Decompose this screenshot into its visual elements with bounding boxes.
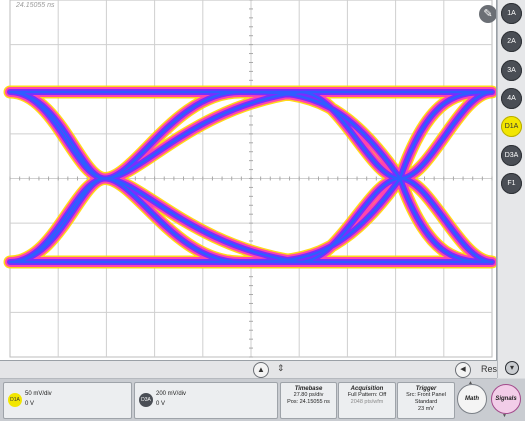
vertical-offset: 0 V — [25, 401, 35, 407]
channel-button-d3a[interactable]: D3A — [501, 145, 522, 166]
channel-button-1a[interactable]: 1A — [501, 3, 522, 24]
marker-icon[interactable]: ⇕ — [277, 363, 285, 374]
scroll-left-icon[interactable]: ◀ — [455, 362, 471, 378]
timebase-panel[interactable]: Timebase 27.80 ps/div Pos: 24.15055 ns — [280, 382, 337, 419]
results-tab[interactable]: Res — [481, 364, 497, 374]
trigger-panel[interactable]: Trigger Src: Front Panel Standard 23 mV — [397, 382, 455, 419]
channel-button-d1a[interactable]: D1A — [501, 116, 522, 137]
trigger-level: 23 mV — [418, 406, 434, 412]
math-button[interactable]: Math — [457, 384, 487, 414]
signals-button[interactable]: Signals — [491, 384, 521, 414]
channel-button-4a[interactable]: 4A — [501, 88, 522, 109]
expand-up-icon[interactable]: ▲ — [253, 362, 269, 378]
vertical-offset: 0 V — [156, 401, 166, 407]
vertical-scale: 50 mV/div — [25, 391, 52, 397]
mid-toolbar: ▲ ⇕ ◀ Res — [0, 361, 497, 379]
timebase-position: Pos: 24.15055 ns — [287, 399, 330, 405]
trigger-source: Src: Front Panel — [406, 392, 446, 398]
channel-button-3a[interactable]: 3A — [501, 60, 522, 81]
position-label: 24.15055 ns — [16, 2, 55, 9]
channel-button-2a[interactable]: 2A — [501, 31, 522, 52]
eye-diagram — [3, 0, 496, 358]
trigger-mode: Standard — [414, 399, 438, 405]
channel-sidebar: 1A 2A 3A 4A D1A D3A F1 ▾ — [497, 0, 525, 378]
channel-panel-d1a[interactable]: D1A 50 mV/div 0 V — [3, 382, 132, 419]
math-up-arrow-icon: ▲ — [468, 380, 473, 386]
acquisition-rate: 2048 pts/wfm — [350, 399, 384, 405]
wrench-icon[interactable]: ✎ — [479, 5, 496, 23]
channel-badge: D1A — [8, 393, 22, 407]
channel-badge: D3A — [139, 393, 153, 407]
timebase-scale: 27.80 ps/div — [293, 392, 324, 398]
scope-display[interactable]: 24.15055 ns ✎ — [0, 0, 497, 361]
signals-down-arrow-icon: ▼ — [502, 413, 507, 419]
channel-button-f1[interactable]: F1 — [501, 173, 522, 194]
acquisition-mode: Full Pattern: Off — [347, 392, 387, 398]
chevron-down-icon[interactable]: ▾ — [505, 361, 519, 375]
vertical-scale: 200 mV/div — [156, 391, 187, 397]
acquisition-panel[interactable]: Acquisition Full Pattern: Off 2048 pts/w… — [338, 382, 396, 419]
settings-bar: D1A 50 mV/div 0 V D3A 200 mV/div 0 V Tim… — [0, 379, 525, 421]
channel-panel-d3a[interactable]: D3A 200 mV/div 0 V — [134, 382, 278, 419]
